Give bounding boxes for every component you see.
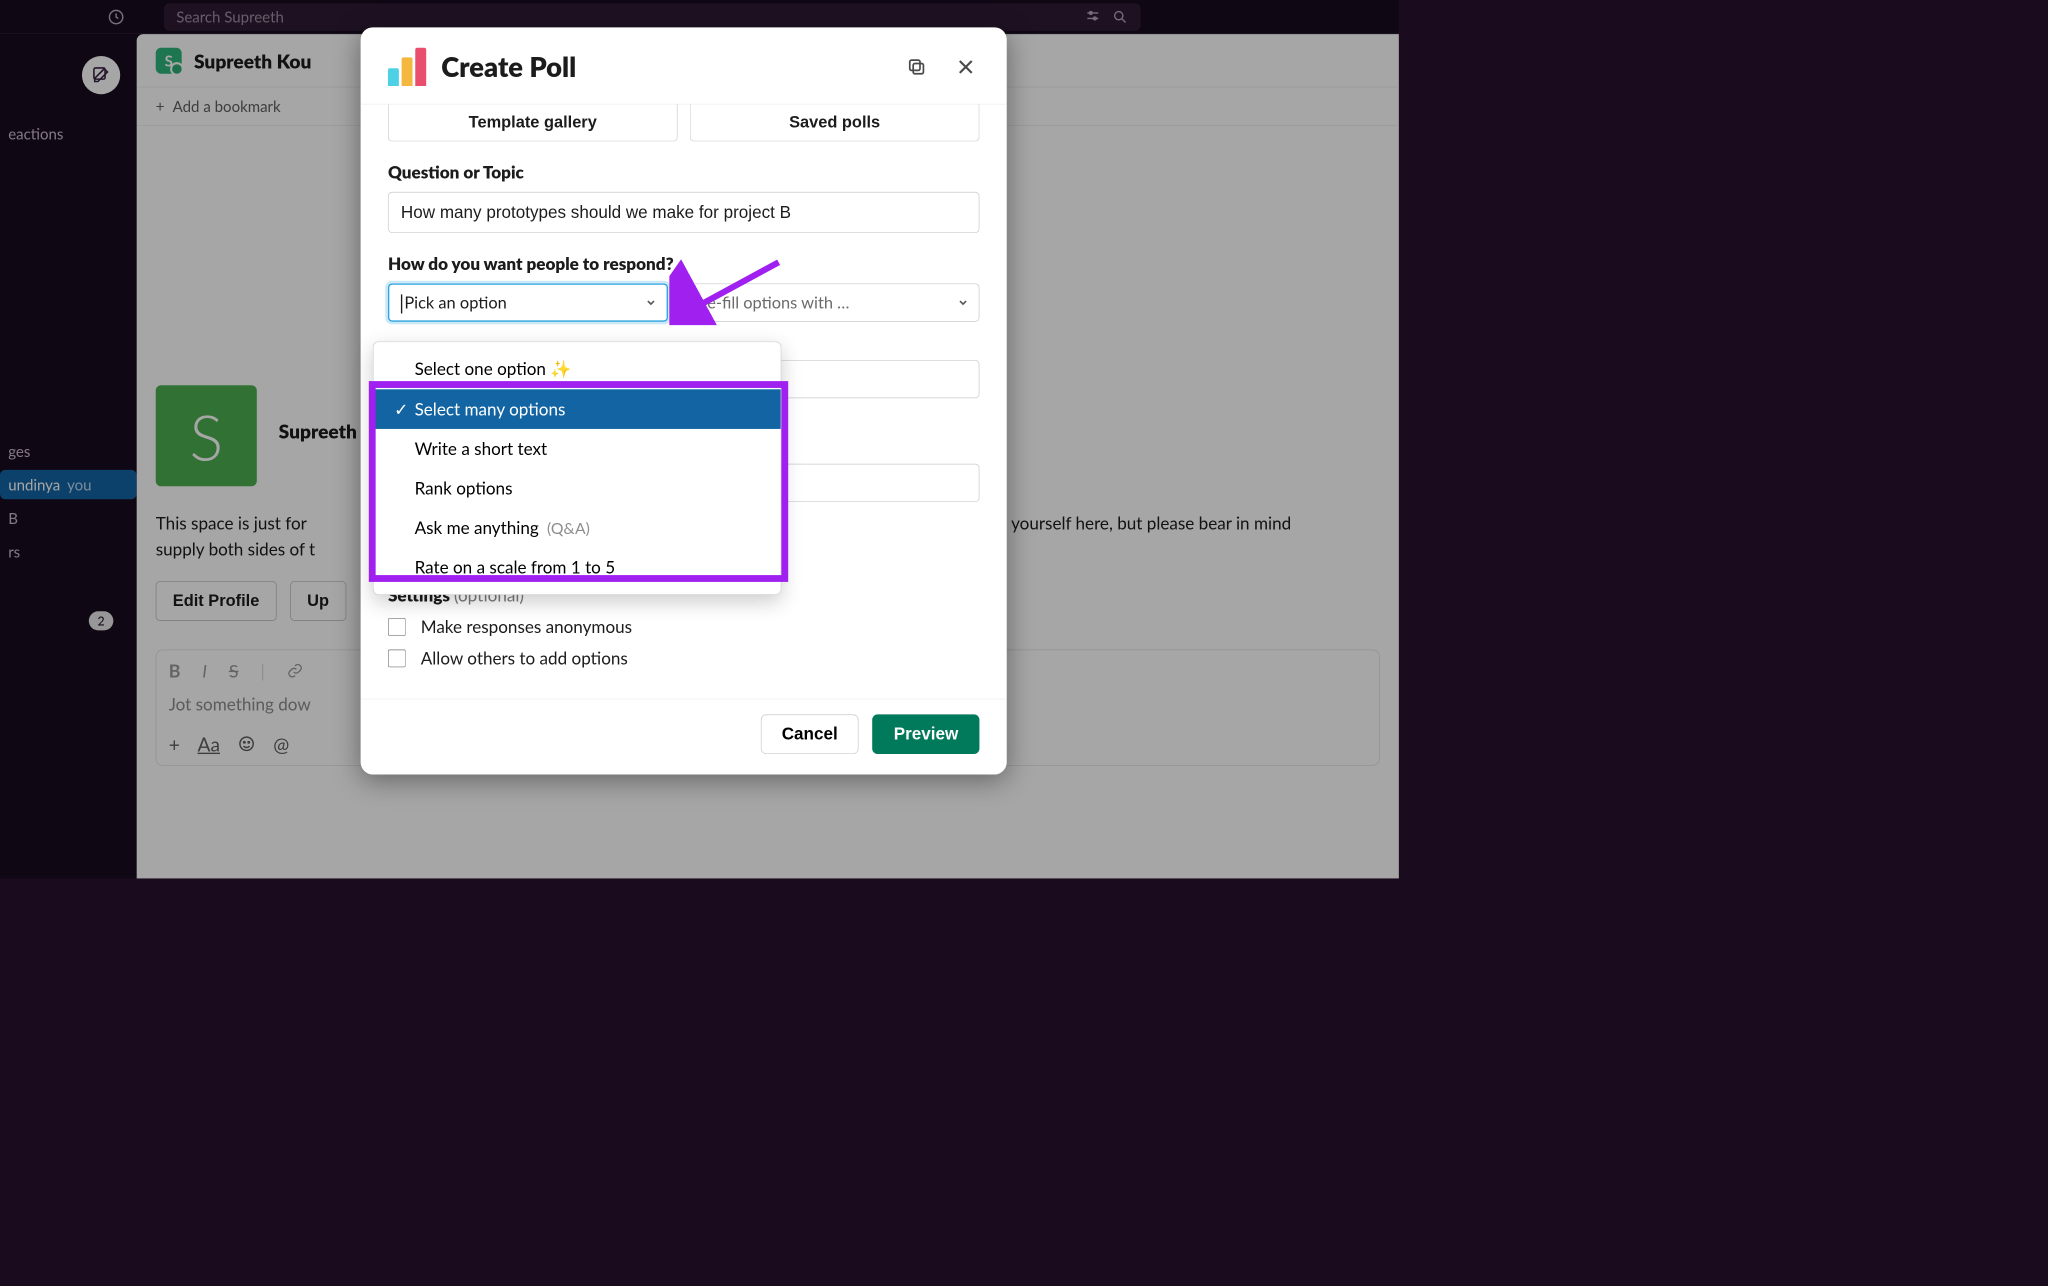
dd-option-label: Select one option ✨ xyxy=(415,359,572,380)
dd-option-label: Write a short text xyxy=(415,438,548,458)
response-type-placeholder: Pick an option xyxy=(404,293,506,313)
question-label: Question or Topic xyxy=(388,162,979,182)
anonymous-label: Make responses anonymous xyxy=(421,617,632,637)
dd-option-rate-scale[interactable]: Rate on a scale from 1 to 5 xyxy=(374,548,781,588)
prefill-select[interactable]: Pre-fill options with … xyxy=(680,283,979,321)
dd-option-hint: (Q&A) xyxy=(547,518,590,537)
anonymous-checkbox[interactable] xyxy=(388,618,406,636)
polly-logo-icon xyxy=(388,48,426,86)
dd-option-select-many[interactable]: ✓ Select many options xyxy=(374,389,781,429)
template-gallery-button[interactable]: Template gallery xyxy=(388,104,678,141)
dd-option-rank[interactable]: Rank options xyxy=(374,469,781,509)
response-type-dropdown[interactable]: Select one option ✨ ✓ Select many option… xyxy=(373,342,781,595)
dd-option-label: Ask me anything xyxy=(415,518,539,538)
modal-footer: Cancel Preview xyxy=(361,699,1007,775)
dd-option-select-one[interactable]: Select one option ✨ xyxy=(374,349,781,389)
modal-title: Create Poll xyxy=(441,51,576,84)
check-icon: ✓ xyxy=(394,399,406,419)
text-cursor xyxy=(401,294,402,313)
chevron-down-icon xyxy=(957,296,969,308)
source-tabs: Template gallery Saved polls xyxy=(388,104,979,141)
duplicate-icon[interactable] xyxy=(903,53,930,80)
chevron-down-icon xyxy=(645,296,657,308)
preview-button[interactable]: Preview xyxy=(873,714,980,754)
allow-add-checkbox-row[interactable]: Allow others to add options xyxy=(388,648,979,668)
dd-option-label: Select many options xyxy=(415,399,566,419)
anonymous-checkbox-row[interactable]: Make responses anonymous xyxy=(388,617,979,637)
response-type-select[interactable]: Pick an option xyxy=(388,283,668,321)
prefill-placeholder: Pre-fill options with … xyxy=(692,293,850,313)
response-select-row: Pick an option Pre-fill options with … xyxy=(388,283,979,321)
allow-add-label: Allow others to add options xyxy=(421,648,628,668)
cancel-button[interactable]: Cancel xyxy=(761,714,859,754)
saved-polls-button[interactable]: Saved polls xyxy=(690,104,980,141)
dd-option-label: Rank options xyxy=(415,478,513,498)
modal-header: Create Poll xyxy=(361,27,1007,104)
question-input[interactable] xyxy=(388,192,979,233)
dd-option-ama[interactable]: Ask me anything (Q&A) xyxy=(374,508,781,548)
allow-add-checkbox[interactable] xyxy=(388,650,406,668)
dd-option-label: Rate on a scale from 1 to 5 xyxy=(415,557,616,577)
dd-option-short-text[interactable]: Write a short text xyxy=(374,429,781,469)
respond-label: How do you want people to respond? xyxy=(388,253,979,273)
close-icon[interactable] xyxy=(952,53,979,80)
